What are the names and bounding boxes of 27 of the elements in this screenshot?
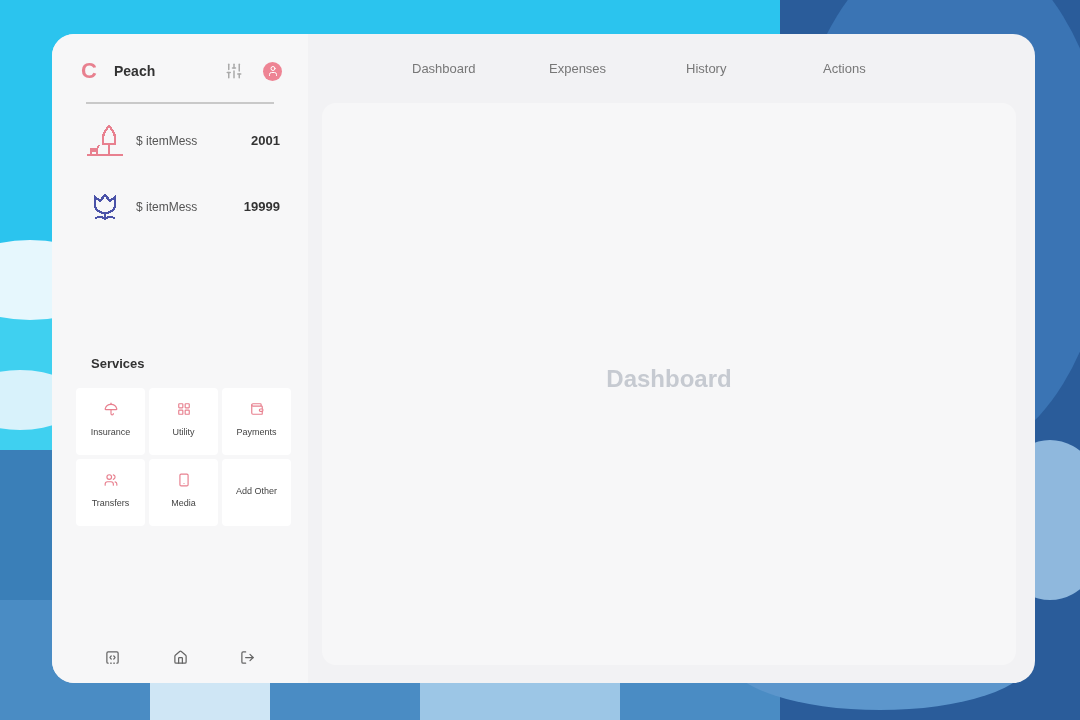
nav-tab[interactable]: Dashboard bbox=[412, 58, 549, 79]
logo: C bbox=[80, 60, 98, 82]
item-label: $ itemMess bbox=[136, 199, 198, 216]
phone-icon bbox=[176, 473, 191, 488]
service-tile[interactable]: Utility bbox=[149, 387, 218, 455]
nav-tab[interactable]: Actions bbox=[823, 58, 960, 79]
brand-name: Peach bbox=[114, 61, 156, 81]
home-icon[interactable] bbox=[172, 650, 188, 665]
service-tile[interactable]: Insurance bbox=[76, 387, 145, 455]
profile-button[interactable] bbox=[263, 61, 282, 81]
service-tile[interactable]: Add Other bbox=[222, 458, 291, 526]
umbrella-icon bbox=[103, 402, 118, 417]
section-title: Services bbox=[91, 355, 146, 373]
service-tile[interactable]: Media bbox=[149, 458, 218, 526]
people-icon bbox=[103, 473, 118, 488]
nav-tab[interactable]: Expenses bbox=[549, 58, 686, 79]
nav-tab[interactable]: History bbox=[686, 58, 823, 79]
grid-icon bbox=[176, 402, 191, 417]
sliders-icon[interactable] bbox=[225, 62, 243, 80]
item-label: $ itemMess bbox=[136, 133, 198, 150]
item-value: 19999 bbox=[243, 198, 280, 217]
service-tile[interactable]: Payments bbox=[222, 387, 291, 455]
user-icon bbox=[266, 65, 279, 77]
item-value: 2001 bbox=[251, 132, 280, 151]
service-tile[interactable]: Transfers bbox=[76, 458, 145, 526]
wallet-icon bbox=[249, 402, 264, 417]
logout-icon[interactable] bbox=[240, 650, 255, 665]
